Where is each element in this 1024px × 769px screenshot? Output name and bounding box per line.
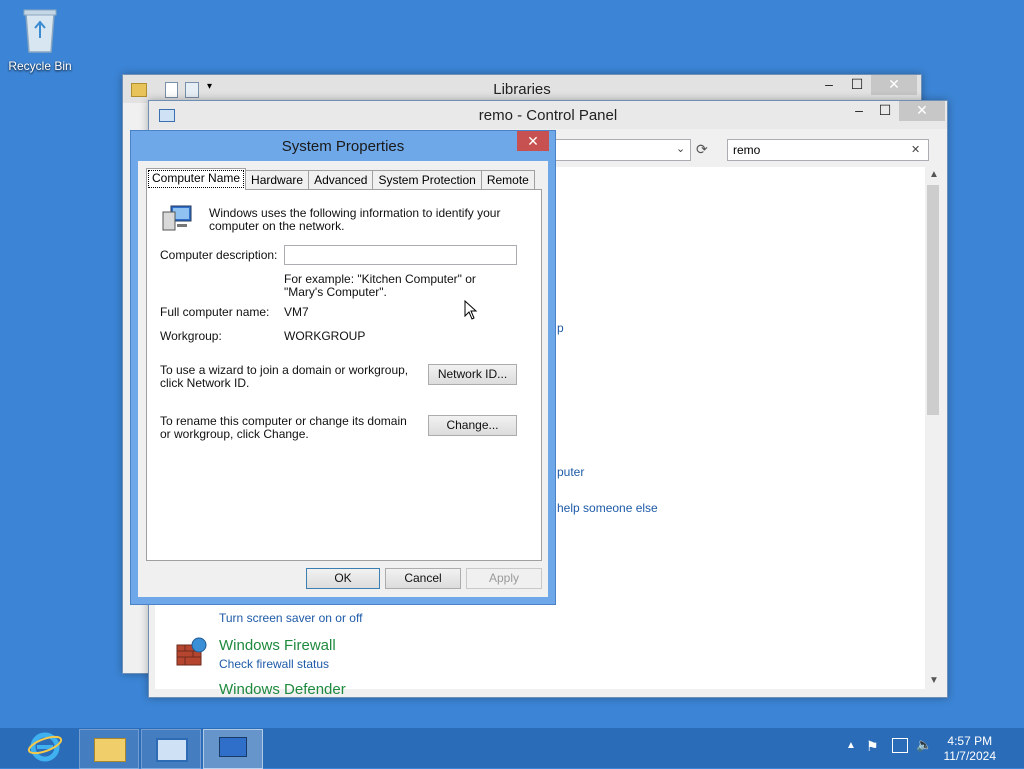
- partial-link-1[interactable]: p: [557, 321, 564, 335]
- example-text: For example: "Kitchen Computer" or "Mary…: [284, 272, 476, 299]
- libraries-title: Libraries: [493, 81, 551, 98]
- action-center-flag-icon[interactable]: ⚑: [866, 738, 879, 755]
- file-explorer-button[interactable]: [79, 729, 139, 769]
- network-id-text: To use a wizard to join a domain or work…: [160, 363, 409, 390]
- check-firewall-status-link[interactable]: Check firewall status: [219, 657, 329, 671]
- file-explorer-icon: [94, 738, 126, 762]
- intro-text: Windows uses the following information t…: [209, 206, 501, 233]
- volume-muted-icon[interactable]: 🔈: [916, 737, 932, 753]
- scrollbar-thumb[interactable]: [927, 185, 939, 415]
- taskbar: ▲ ⚑ 🔈 4:57 PM 11/7/2024: [0, 728, 1024, 769]
- system-properties-dialog[interactable]: System Properties ✕ Computer Name Hardwa…: [130, 130, 556, 605]
- control-panel-titlebar[interactable]: remo - Control Panel – ☐ ✕: [149, 101, 947, 129]
- tab-computer-name[interactable]: Computer Name: [146, 168, 247, 190]
- show-hidden-icons-icon[interactable]: ▲: [846, 740, 856, 751]
- computer-description-label: Computer description:: [160, 248, 278, 262]
- ok-button[interactable]: OK: [306, 568, 380, 589]
- windows-defender-heading[interactable]: Windows Defender: [219, 681, 346, 698]
- recycle-bin-icon: [23, 9, 57, 53]
- windows-firewall-heading[interactable]: Windows Firewall: [219, 637, 336, 654]
- clock[interactable]: 4:57 PM 11/7/2024: [944, 734, 997, 764]
- computer-description-input[interactable]: [284, 245, 517, 265]
- tab-remote[interactable]: Remote: [480, 170, 535, 190]
- address-bar[interactable]: ⌄: [549, 139, 691, 161]
- mouse-cursor-icon: [464, 300, 478, 320]
- internet-explorer-icon: [27, 732, 63, 762]
- scroll-up-icon[interactable]: ▲: [929, 169, 939, 180]
- vertical-scrollbar[interactable]: ▲ ▼: [925, 167, 942, 689]
- clock-date: 11/7/2024: [943, 749, 997, 763]
- workgroup-label: Workgroup:: [160, 329, 222, 343]
- recycle-bin-label: Recycle Bin: [8, 59, 72, 73]
- chevron-down-icon[interactable]: ⌄: [676, 142, 685, 155]
- control-panel-taskbar-icon: [156, 738, 188, 762]
- minimize-button[interactable]: –: [819, 75, 839, 95]
- computer-taskbar-icon: [219, 737, 247, 757]
- search-value: remo: [733, 143, 761, 157]
- full-computer-name-value: VM7: [284, 305, 309, 319]
- change-button[interactable]: Change...: [428, 415, 517, 436]
- apply-button: Apply: [466, 568, 542, 589]
- cancel-button[interactable]: Cancel: [385, 568, 461, 589]
- tab-hardware[interactable]: Hardware: [245, 170, 310, 190]
- workgroup-value: WORKGROUP: [284, 329, 366, 343]
- system-properties-taskbar-button[interactable]: [203, 729, 263, 769]
- maximize-button[interactable]: ☐: [847, 75, 867, 95]
- control-panel-title: remo - Control Panel: [478, 107, 618, 124]
- network-icon[interactable]: [892, 738, 908, 753]
- close-button[interactable]: ✕: [871, 75, 917, 95]
- screen-saver-link[interactable]: Turn screen saver on or off: [219, 611, 362, 625]
- internet-explorer-button[interactable]: [16, 730, 74, 766]
- computer-name-panel: Windows uses the following information t…: [146, 189, 542, 561]
- libraries-titlebar[interactable]: ▾ Libraries – ☐ ✕: [123, 75, 921, 103]
- computer-network-icon: [162, 205, 192, 231]
- tab-advanced[interactable]: Advanced: [308, 170, 374, 190]
- full-computer-name-label: Full computer name:: [160, 305, 270, 319]
- maximize-button[interactable]: ☐: [875, 101, 895, 121]
- scroll-down-icon[interactable]: ▼: [929, 675, 939, 686]
- refresh-icon[interactable]: ⟳: [696, 141, 708, 158]
- recycle-bin-shortcut[interactable]: Recycle Bin: [6, 6, 74, 73]
- tab-strip: Computer Name Hardware Advanced System P…: [146, 168, 535, 190]
- firewall-icon: [176, 637, 207, 666]
- close-button[interactable]: ✕: [899, 101, 945, 121]
- partial-link-3[interactable]: help someone else: [557, 501, 658, 515]
- clock-time: 4:57 PM: [947, 734, 993, 748]
- control-panel-taskbar-button[interactable]: [141, 729, 201, 769]
- search-input[interactable]: remo ✕: [727, 139, 929, 161]
- network-id-button[interactable]: Network ID...: [428, 364, 517, 385]
- tab-system-protection[interactable]: System Protection: [372, 170, 482, 190]
- partial-link-2[interactable]: puter: [557, 465, 584, 479]
- close-button[interactable]: ✕: [517, 131, 549, 151]
- clear-search-icon[interactable]: ✕: [911, 143, 920, 156]
- dialog-title: System Properties: [281, 138, 405, 155]
- minimize-button[interactable]: –: [849, 101, 869, 121]
- dialog-body: Computer Name Hardware Advanced System P…: [138, 161, 548, 597]
- rename-text: To rename this computer or change its do…: [160, 414, 407, 441]
